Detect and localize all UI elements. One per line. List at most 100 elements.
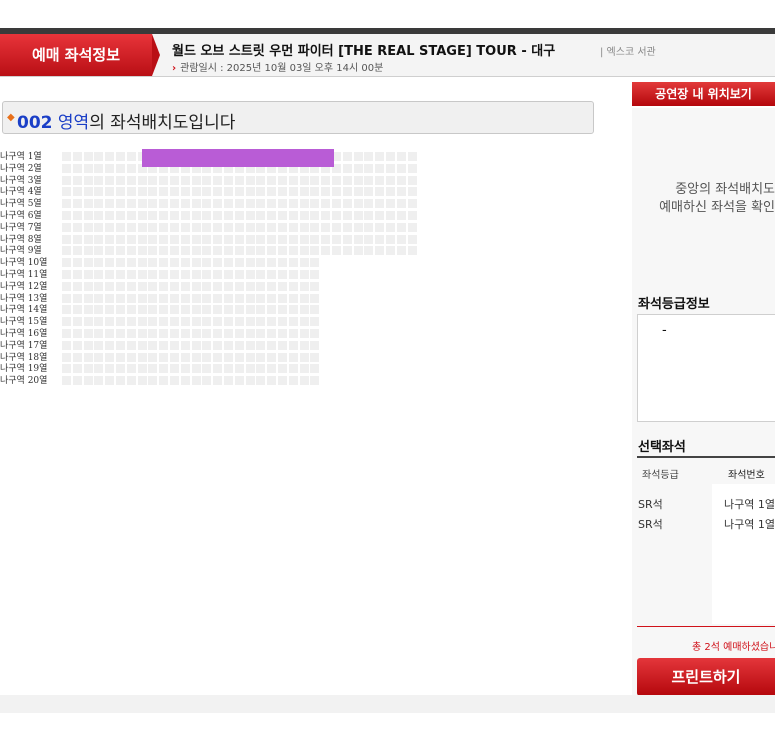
seat[interactable] [72,317,82,327]
seat[interactable] [213,364,223,374]
seat[interactable] [159,293,169,303]
seat[interactable] [234,258,244,268]
seat[interactable] [83,364,93,374]
seat[interactable] [353,152,363,161]
seat[interactable] [180,352,190,362]
seat[interactable] [310,364,320,374]
seat[interactable] [126,187,136,197]
seat[interactable] [105,152,115,161]
seat[interactable] [148,293,158,303]
seat[interactable] [386,246,395,256]
seat[interactable] [159,270,169,279]
seat[interactable] [267,270,277,279]
seat[interactable] [299,175,309,185]
seat[interactable] [137,222,147,232]
seat[interactable] [234,329,244,338]
seat[interactable] [386,175,395,185]
seat[interactable] [116,270,125,279]
seat[interactable] [256,364,266,374]
seat[interactable] [202,281,212,291]
seat[interactable] [245,364,255,374]
seat[interactable] [116,175,125,185]
seat[interactable] [202,376,212,386]
seat[interactable] [396,234,406,244]
seat[interactable] [234,187,244,197]
seat[interactable] [148,364,158,374]
seat[interactable] [202,270,212,279]
seat[interactable] [137,305,147,315]
seat[interactable] [278,187,287,197]
seat[interactable] [310,293,320,303]
seat[interactable] [62,293,71,303]
seat[interactable] [83,281,93,291]
seat[interactable] [245,305,255,315]
seat[interactable] [148,222,158,232]
seat[interactable] [72,281,82,291]
seat[interactable] [180,246,190,256]
seat[interactable] [213,317,223,327]
seat[interactable] [170,246,179,256]
seat[interactable] [299,340,309,350]
seat[interactable] [180,222,190,232]
seat[interactable] [83,211,93,220]
seat[interactable] [137,317,147,327]
seat[interactable] [180,281,190,291]
seat[interactable] [332,187,341,197]
seat[interactable] [224,305,233,315]
seat[interactable] [353,175,363,185]
seat[interactable] [126,211,136,220]
seat[interactable] [202,246,212,256]
seat[interactable] [245,234,255,244]
seat[interactable] [267,317,277,327]
seat[interactable] [62,364,71,374]
seat[interactable] [396,211,406,220]
seat[interactable] [105,340,115,350]
seat[interactable] [83,246,93,256]
seat[interactable] [332,246,341,256]
seat[interactable] [180,340,190,350]
seat[interactable] [245,281,255,291]
seat[interactable] [62,270,71,279]
seat[interactable] [321,187,331,197]
seat[interactable] [148,199,158,209]
seat[interactable] [83,175,93,185]
seat[interactable] [213,281,223,291]
seat[interactable] [180,317,190,327]
seat[interactable] [256,293,266,303]
seat[interactable] [332,199,341,209]
seat[interactable] [116,340,125,350]
seat[interactable] [137,211,147,220]
seat[interactable] [159,211,169,220]
seat[interactable] [288,246,298,256]
seat[interactable] [234,246,244,256]
seat[interactable] [170,258,179,268]
seat[interactable] [256,281,266,291]
seat[interactable] [180,211,190,220]
seat[interactable] [159,317,169,327]
seat[interactable] [234,199,244,209]
seat[interactable] [126,270,136,279]
seat[interactable] [126,376,136,386]
selected-seats-highlight[interactable] [142,149,334,167]
seat[interactable] [321,175,331,185]
seat[interactable] [267,293,277,303]
seat[interactable] [137,246,147,256]
seat[interactable] [170,293,179,303]
seat[interactable] [148,175,158,185]
seat[interactable] [137,187,147,197]
seat[interactable] [148,340,158,350]
seat[interactable] [191,340,201,350]
seat[interactable] [234,281,244,291]
seat[interactable] [310,199,320,209]
seat[interactable] [267,187,277,197]
seat[interactable] [353,222,363,232]
seat[interactable] [407,175,417,185]
seat[interactable] [256,199,266,209]
seat[interactable] [83,199,93,209]
seat[interactable] [62,376,71,386]
seat[interactable] [288,175,298,185]
seat[interactable] [245,352,255,362]
seat[interactable] [267,352,277,362]
seat[interactable] [342,152,352,161]
seat[interactable] [202,293,212,303]
